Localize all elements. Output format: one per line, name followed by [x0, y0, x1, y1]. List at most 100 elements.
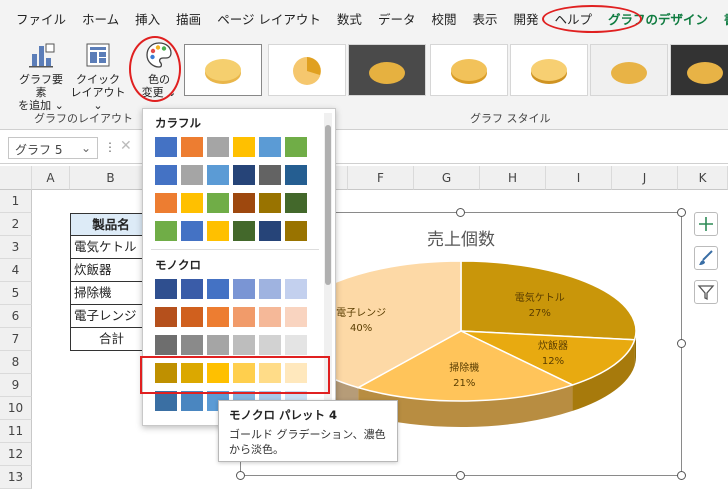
column-header-f[interactable]: F [348, 166, 414, 190]
mono-swatch[interactable] [155, 335, 177, 355]
column-header-j[interactable]: J [612, 166, 678, 190]
colorful-swatch[interactable] [233, 193, 255, 213]
chart-styles-button[interactable] [694, 246, 718, 270]
colorful-swatch[interactable] [285, 165, 307, 185]
row-header-6[interactable]: 6 [0, 305, 32, 328]
mono-swatch[interactable] [181, 307, 203, 327]
colorful-swatch[interactable] [233, 137, 255, 157]
menu-review[interactable]: 校閲 [423, 9, 464, 28]
colorful-swatch[interactable] [259, 165, 281, 185]
menu-data[interactable]: データ [370, 9, 424, 28]
chart-style-3[interactable] [348, 44, 426, 96]
row-header-7[interactable]: 7 [0, 328, 32, 351]
mono-swatch[interactable] [207, 279, 229, 299]
column-header-g[interactable]: G [414, 166, 480, 190]
column-header-b[interactable]: B [70, 166, 152, 190]
mono-swatch[interactable] [181, 335, 203, 355]
select-all-corner[interactable] [0, 166, 32, 190]
chart-style-1[interactable] [184, 44, 262, 96]
resize-handle-bl[interactable] [236, 471, 245, 480]
menu-page-layout[interactable]: ページ レイアウト [209, 9, 329, 28]
menu-file[interactable]: ファイル [8, 9, 74, 28]
mono-swatch[interactable] [181, 279, 203, 299]
menu-home[interactable]: ホーム [74, 9, 127, 28]
mono-swatch[interactable] [155, 391, 177, 411]
colorful-swatch[interactable] [181, 193, 203, 213]
colorful-swatch[interactable] [285, 137, 307, 157]
column-header-i[interactable]: I [546, 166, 612, 190]
row-header-10[interactable]: 10 [0, 397, 32, 420]
menu-draw[interactable]: 描画 [168, 9, 209, 28]
colorful-swatch[interactable] [155, 221, 177, 241]
colorful-swatch[interactable] [207, 221, 229, 241]
column-header-h[interactable]: H [480, 166, 546, 190]
colorful-swatch[interactable] [155, 137, 177, 157]
mono-swatch[interactable] [285, 307, 307, 327]
mono-swatch[interactable] [285, 335, 307, 355]
chart-filters-button[interactable] [694, 280, 718, 304]
table-row[interactable]: 炊飯器 [70, 259, 152, 282]
table-row[interactable]: 電気ケトル [70, 236, 152, 259]
chart-style-5[interactable] [510, 44, 588, 96]
mono-swatch[interactable] [181, 391, 203, 411]
colorful-swatch[interactable] [207, 137, 229, 157]
colorful-swatch[interactable] [259, 221, 281, 241]
colorful-swatch[interactable] [285, 221, 307, 241]
mono-swatch[interactable] [259, 279, 281, 299]
mono-swatch[interactable] [233, 335, 255, 355]
table-total-cell[interactable]: 合計 [70, 328, 152, 351]
table-header-cell[interactable]: 製品名 [70, 213, 152, 236]
menu-insert[interactable]: 挿入 [127, 9, 168, 28]
row-header-13[interactable]: 13 [0, 466, 32, 489]
mono-swatch[interactable] [155, 279, 177, 299]
column-header-a[interactable]: A [32, 166, 70, 190]
colorful-swatch[interactable] [181, 137, 203, 157]
chart-elements-button[interactable] [694, 212, 718, 236]
colorful-swatch[interactable] [181, 165, 203, 185]
menu-view[interactable]: 表示 [464, 9, 505, 28]
colorful-swatch[interactable] [259, 137, 281, 157]
chart-style-4[interactable] [430, 44, 508, 96]
row-header-1[interactable]: 1 [0, 190, 32, 213]
chart-style-7[interactable] [670, 44, 728, 96]
table-row[interactable]: 掃除機 [70, 282, 152, 305]
colorful-swatch[interactable] [285, 193, 307, 213]
row-header-9[interactable]: 9 [0, 374, 32, 397]
mono-swatch[interactable] [259, 307, 281, 327]
mono-swatch[interactable] [259, 335, 281, 355]
resize-handle-mr[interactable] [677, 339, 686, 348]
resize-handle-tm[interactable] [456, 208, 465, 217]
column-header-k[interactable]: K [678, 166, 728, 190]
dropdown-scroll-thumb[interactable] [325, 125, 331, 285]
resize-handle-tr[interactable] [677, 208, 686, 217]
colorful-swatch[interactable] [181, 221, 203, 241]
cancel-icon[interactable]: ✕ [120, 138, 132, 154]
table-row[interactable]: 電子レンジ [70, 305, 152, 328]
chart-style-6[interactable] [590, 44, 668, 96]
resize-handle-br[interactable] [677, 471, 686, 480]
add-chart-element-button[interactable]: グラフ要素 を追加 ⌄ [14, 40, 68, 112]
colorful-swatch[interactable] [259, 193, 281, 213]
chart-style-2[interactable] [268, 44, 346, 96]
menu-formulas[interactable]: 数式 [329, 9, 370, 28]
name-box[interactable]: グラフ 5 ⌄ [8, 137, 98, 159]
resize-handle-bm[interactable] [456, 471, 465, 480]
colorful-swatch[interactable] [155, 165, 177, 185]
colorful-swatch[interactable] [233, 221, 255, 241]
menu-format[interactable]: 書式 [716, 9, 728, 28]
colorful-swatch[interactable] [155, 193, 177, 213]
colorful-swatch[interactable] [207, 193, 229, 213]
row-header-3[interactable]: 3 [0, 236, 32, 259]
colorful-swatch[interactable] [233, 165, 255, 185]
mono-swatch[interactable] [207, 335, 229, 355]
row-header-12[interactable]: 12 [0, 443, 32, 466]
mono-swatch[interactable] [233, 279, 255, 299]
row-header-11[interactable]: 11 [0, 420, 32, 443]
menu-developer[interactable]: 開発 [505, 9, 546, 28]
mono-swatch[interactable] [207, 307, 229, 327]
row-header-5[interactable]: 5 [0, 282, 32, 305]
row-header-8[interactable]: 8 [0, 351, 32, 374]
mono-swatch[interactable] [233, 307, 255, 327]
mono-swatch[interactable] [285, 279, 307, 299]
row-header-4[interactable]: 4 [0, 259, 32, 282]
